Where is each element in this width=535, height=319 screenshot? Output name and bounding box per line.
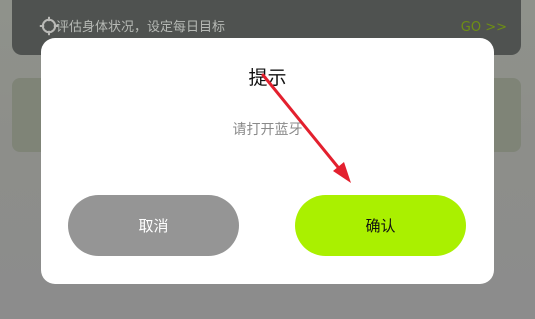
go-link[interactable]: GO >> xyxy=(461,20,507,36)
confirm-button[interactable]: 确认 xyxy=(295,195,466,256)
confirm-button-label: 确认 xyxy=(365,216,396,235)
goal-banner-text: 评估身体状况，设定每日目标 xyxy=(56,20,226,35)
dialog-title: 提示 xyxy=(248,67,287,89)
dialog-message: 请打开蓝牙 xyxy=(232,122,303,138)
cancel-button-label: 取消 xyxy=(138,216,169,235)
bluetooth-dialog: 提示 请打开蓝牙 取消 确认 xyxy=(41,38,494,284)
cancel-button[interactable]: 取消 xyxy=(68,195,239,256)
